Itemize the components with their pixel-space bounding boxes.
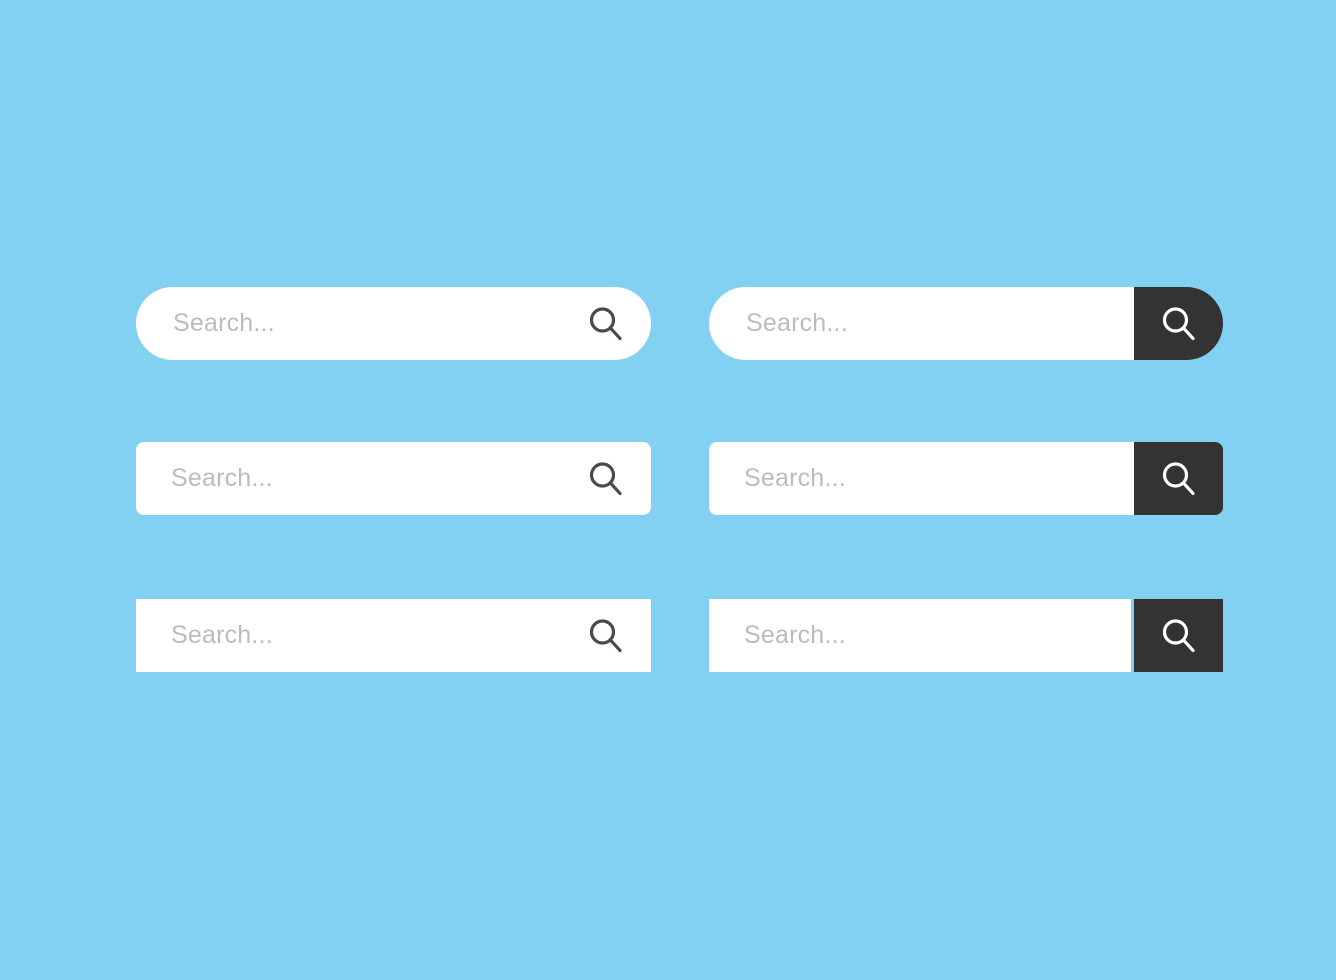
search-icon	[1162, 461, 1195, 495]
search-placeholder: Search...	[171, 464, 273, 492]
search-bar-square-icon-inside[interactable]: Search...	[136, 599, 651, 672]
search-bar-pill-icon-inside[interactable]: Search...	[136, 287, 651, 360]
search-placeholder: Search...	[746, 309, 848, 337]
search-bar-square-with-button[interactable]: Search...	[709, 599, 1223, 672]
search-input-rounded[interactable]: Search...	[136, 442, 651, 515]
search-icon[interactable]	[587, 305, 625, 343]
search-placeholder: Search...	[744, 464, 846, 492]
search-bar-showcase: Search... Search... Search... Search... …	[0, 0, 1336, 980]
search-input-square-split[interactable]: Search...	[709, 599, 1131, 672]
search-bar-rounded-with-button[interactable]: Search...	[709, 442, 1223, 515]
search-submit-button[interactable]	[1134, 287, 1223, 360]
search-submit-button[interactable]	[1134, 442, 1223, 515]
search-input-rounded-split[interactable]: Search...	[709, 442, 1134, 515]
search-icon[interactable]	[587, 617, 625, 655]
search-icon	[1162, 618, 1195, 652]
search-placeholder: Search...	[744, 621, 846, 649]
search-icon[interactable]	[587, 460, 625, 498]
search-input-square[interactable]: Search...	[136, 599, 651, 672]
search-bar-rounded-icon-inside[interactable]: Search...	[136, 442, 651, 515]
search-input-pill-split[interactable]: Search...	[709, 287, 1134, 360]
search-icon	[1162, 306, 1195, 340]
search-placeholder: Search...	[171, 621, 273, 649]
search-submit-button[interactable]	[1134, 599, 1223, 672]
search-bar-pill-with-button[interactable]: Search...	[709, 287, 1223, 360]
search-placeholder: Search...	[173, 309, 275, 337]
search-input-pill[interactable]: Search...	[136, 287, 651, 360]
